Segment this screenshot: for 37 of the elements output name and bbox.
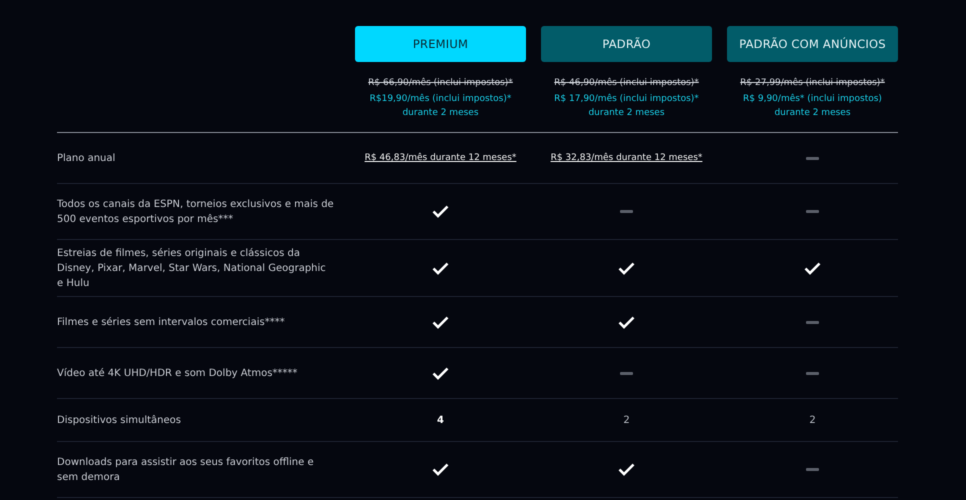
feature-label: Filmes e séries sem intervalos comerciais**** [57, 316, 285, 330]
promo-price: R$ 9,90/mês* (inclui impostos) durante 2 meses [742, 92, 883, 120]
plan-tab[interactable]: PREMIUM [355, 26, 526, 62]
promo-price: R$19,90/mês (inclui impostos)* durante 2 meses [368, 92, 512, 120]
checkmark-icon [432, 366, 449, 380]
dash-icon [806, 320, 819, 324]
checkmark-icon [618, 262, 635, 274]
checkmark-icon [432, 205, 449, 218]
annual-price-link[interactable]: R$ 32,83/mês durante 12 meses* [550, 153, 702, 163]
feature-label: Todos os canais da ESPN, torneios exclusivos e mais de 500 eventos esportivos por mês*** [57, 198, 335, 226]
promo-price: R$ 17,90/mês (inclui impostos)* durante 2 meses [553, 92, 700, 120]
checkmark-icon [618, 316, 635, 328]
checkmark-icon [432, 262, 449, 274]
checkmark-icon [432, 316, 449, 328]
dash-icon [806, 156, 819, 160]
checkmark-icon [618, 463, 635, 476]
device-count: 2 [623, 414, 630, 426]
plan-tab[interactable]: PADRÃO COM ANÚNCIOS [727, 26, 898, 62]
device-count: 4 [437, 414, 444, 426]
checkmark-icon [804, 262, 821, 274]
feature-label: Estreias de filmes, séries originais e clássicos da Disney, Pixar, Marvel, Star Wars, National Geographic e Hulu [57, 246, 327, 290]
original-price: R$ 46,90/mês (inclui impostos)* [554, 78, 699, 88]
dash-icon [806, 210, 819, 213]
annual-price-link[interactable]: R$ 46,83/mês durante 12 meses* [364, 153, 516, 163]
dash-icon [806, 372, 819, 374]
feature-label: Plano anual [57, 152, 116, 166]
original-price: R$ 27,99/mês (inclui impostos)* [740, 78, 885, 88]
feature-label: Downloads para assistir aos seus favoritos offline e sem demora [57, 456, 315, 484]
dash-icon [620, 210, 633, 213]
feature-label: Dispositivos simultâneos [57, 414, 181, 428]
device-count: 2 [809, 414, 816, 426]
plan-tab[interactable]: PADRÃO [541, 26, 712, 62]
dash-icon [620, 372, 633, 374]
dash-icon [806, 468, 819, 471]
checkmark-icon [432, 463, 449, 476]
feature-label: Vídeo até 4K UHD/HDR e som Dolby Atmos***** [57, 366, 298, 380]
original-price: R$ 66,90/mês (inclui impostos)* [368, 78, 513, 88]
